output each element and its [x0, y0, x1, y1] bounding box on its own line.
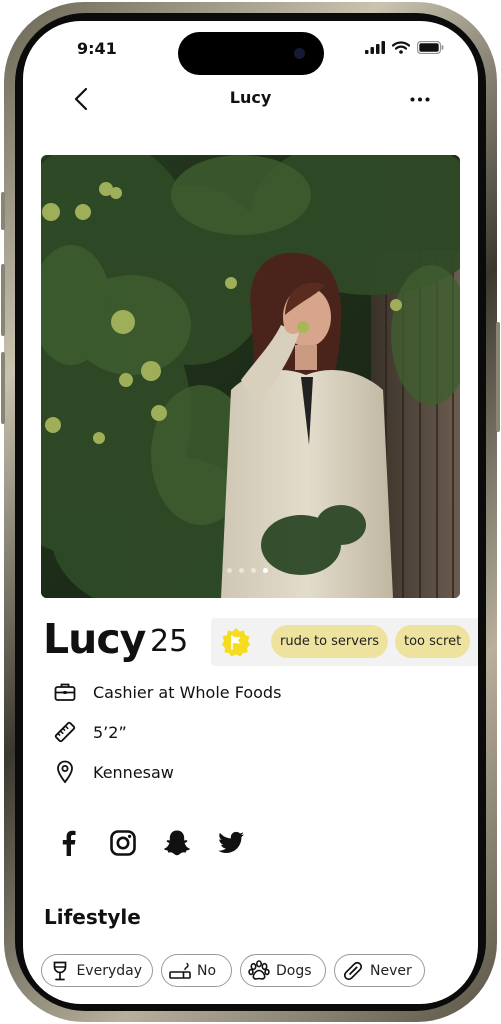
lifestyle-chip-label: Dogs: [276, 962, 312, 979]
lifestyle-chip-smoking[interactable]: No: [161, 954, 232, 987]
lifestyle-chip-label: No: [197, 962, 217, 979]
location-pin-icon: [57, 760, 73, 784]
lifestyle-heading: Lifestyle: [44, 905, 141, 929]
pagination-dot-active[interactable]: [263, 568, 268, 573]
facebook-icon: [62, 830, 76, 856]
profile-photo[interactable]: [41, 155, 460, 598]
twitter-link[interactable]: [217, 829, 245, 857]
lifestyle-chip-label: Never: [370, 962, 412, 979]
location-row: Kennesaw: [53, 759, 174, 785]
power-button: [496, 322, 500, 432]
lifestyle-chip-drinking[interactable]: Everyday: [41, 954, 153, 987]
lifestyle-chip-label: Everyday: [76, 962, 142, 979]
photo-illustration: [41, 155, 460, 598]
volume-down-button: [1, 352, 5, 424]
cigarette-icon: [169, 962, 191, 979]
location-text: Kennesaw: [93, 762, 174, 782]
action-button: [1, 192, 5, 230]
more-options-button[interactable]: [406, 87, 434, 111]
ruler-icon: [54, 721, 76, 743]
lifestyle-chip-drugs[interactable]: Never: [334, 954, 425, 987]
pill-icon: [343, 961, 363, 980]
profile-name: Lucy: [43, 615, 146, 663]
height-row: 5’2”: [53, 719, 127, 745]
dynamic-island: [178, 32, 324, 75]
wine-glass-icon: [53, 961, 67, 980]
pagination-dot[interactable]: [239, 568, 244, 573]
lifestyle-chip-pets[interactable]: Dogs: [240, 954, 326, 987]
red-flag-chip[interactable]: rude to servers: [271, 625, 389, 658]
instagram-icon: [110, 830, 136, 856]
instagram-link[interactable]: [109, 829, 137, 857]
status-icons: [365, 41, 444, 54]
photo-pagination[interactable]: [227, 568, 268, 573]
job-text: Cashier at Whole Foods: [93, 682, 282, 702]
job-row: Cashier at Whole Foods: [53, 679, 281, 705]
battery-icon: [417, 41, 444, 54]
status-time: 9:41: [77, 39, 117, 58]
twitter-icon: [218, 831, 244, 853]
camera-icon: [294, 48, 305, 59]
screen: 9:41 Lucy Lucy 25 rude to servers too sc…: [23, 21, 478, 1004]
paw-icon: [248, 959, 270, 980]
red-flag-chip[interactable]: too scret: [395, 625, 471, 658]
flag-badge-icon: [222, 628, 250, 657]
red-flags-strip[interactable]: rude to servers too scret: [211, 618, 478, 666]
wifi-icon: [392, 41, 410, 54]
more-horizontal-icon: [410, 97, 430, 101]
facebook-link[interactable]: [55, 829, 83, 857]
briefcase-icon: [54, 683, 76, 701]
signal-icon: [365, 41, 385, 54]
pagination-dot[interactable]: [251, 568, 256, 573]
pagination-dot[interactable]: [227, 568, 232, 573]
height-text: 5’2”: [93, 722, 127, 742]
volume-up-button: [1, 264, 5, 336]
snapchat-icon: [164, 830, 190, 856]
profile-age: 25: [150, 624, 189, 659]
snapchat-link[interactable]: [163, 829, 191, 857]
